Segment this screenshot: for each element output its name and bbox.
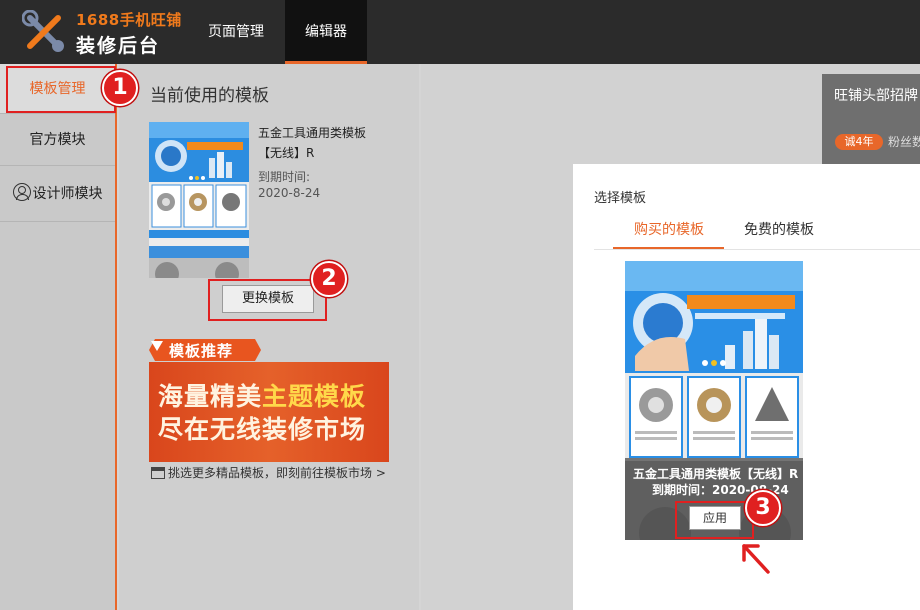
banner-line-1a: 海量精美 [158, 382, 263, 411]
sidebar-item-official-modules[interactable]: 官方模块 [0, 114, 115, 166]
tab-bought-templates[interactable]: 购买的模板 [634, 219, 704, 239]
market-link-label: 挑选更多精品模板，即刻前往模板市场 > [168, 466, 386, 480]
current-template-name: 五金工具通用类模板【无线】R [258, 126, 367, 160]
current-template-thumbnail [149, 122, 249, 278]
active-tab-underline [613, 247, 724, 249]
fans-count-label: 粉丝数 [888, 135, 920, 149]
sidebar-item-label: 设计师模块 [32, 186, 103, 202]
arrow-pointer-icon [742, 544, 770, 574]
expire-date: 2020-8-24 [258, 186, 321, 200]
top-header: 1688手机旺铺 装修后台 页面管理 编辑器 [0, 0, 920, 64]
sidebar-item-designer-modules[interactable]: 设计师模块 [0, 166, 115, 222]
tab-free-templates[interactable]: 免费的模板 [744, 219, 814, 239]
banner-line-1b: 主题模板 [262, 382, 367, 411]
current-template-title: 当前使用的模板 [150, 86, 269, 106]
banner-line-2: 尽在无线装修市场 [158, 415, 367, 444]
left-sidebar: 模板管理 官方模块 设计师模块 [0, 64, 117, 610]
recommend-tag-label: 模板推荐 [169, 342, 234, 360]
change-template-button[interactable]: 更换模板 [222, 285, 314, 313]
expire-label: 到期时间: [258, 170, 311, 184]
nav-editor[interactable]: 编辑器 [285, 0, 367, 64]
user-icon [12, 183, 31, 201]
dialog-template-name: 五金工具通用类模板【无线】R [633, 467, 799, 481]
tab-divider [594, 249, 920, 250]
dialog-title: 选择模板 [594, 191, 647, 206]
tools-logo-icon [22, 10, 64, 52]
logo-title-top: 1688手机旺铺 [76, 11, 182, 29]
nav-page-management[interactable]: 页面管理 [188, 0, 284, 64]
shop-header-card-title: 旺铺头部招牌 [834, 88, 918, 104]
step-marker-1: 1 [102, 70, 138, 106]
template-preview-image [149, 122, 249, 278]
apply-button[interactable]: 应用 [689, 506, 741, 530]
years-badge: 诚4年 [835, 134, 883, 150]
step-marker-2: 2 [311, 261, 347, 297]
template-market-link[interactable]: 挑选更多精品模板，即刻前往模板市场 > [151, 464, 386, 481]
shop-icon [151, 466, 165, 479]
logo-title-bottom: 装修后台 [76, 35, 161, 57]
banner-line-1: 海量精美主题模板 [158, 377, 366, 413]
step-marker-3: 3 [745, 490, 781, 526]
highlight-box-sidebar [6, 66, 116, 113]
